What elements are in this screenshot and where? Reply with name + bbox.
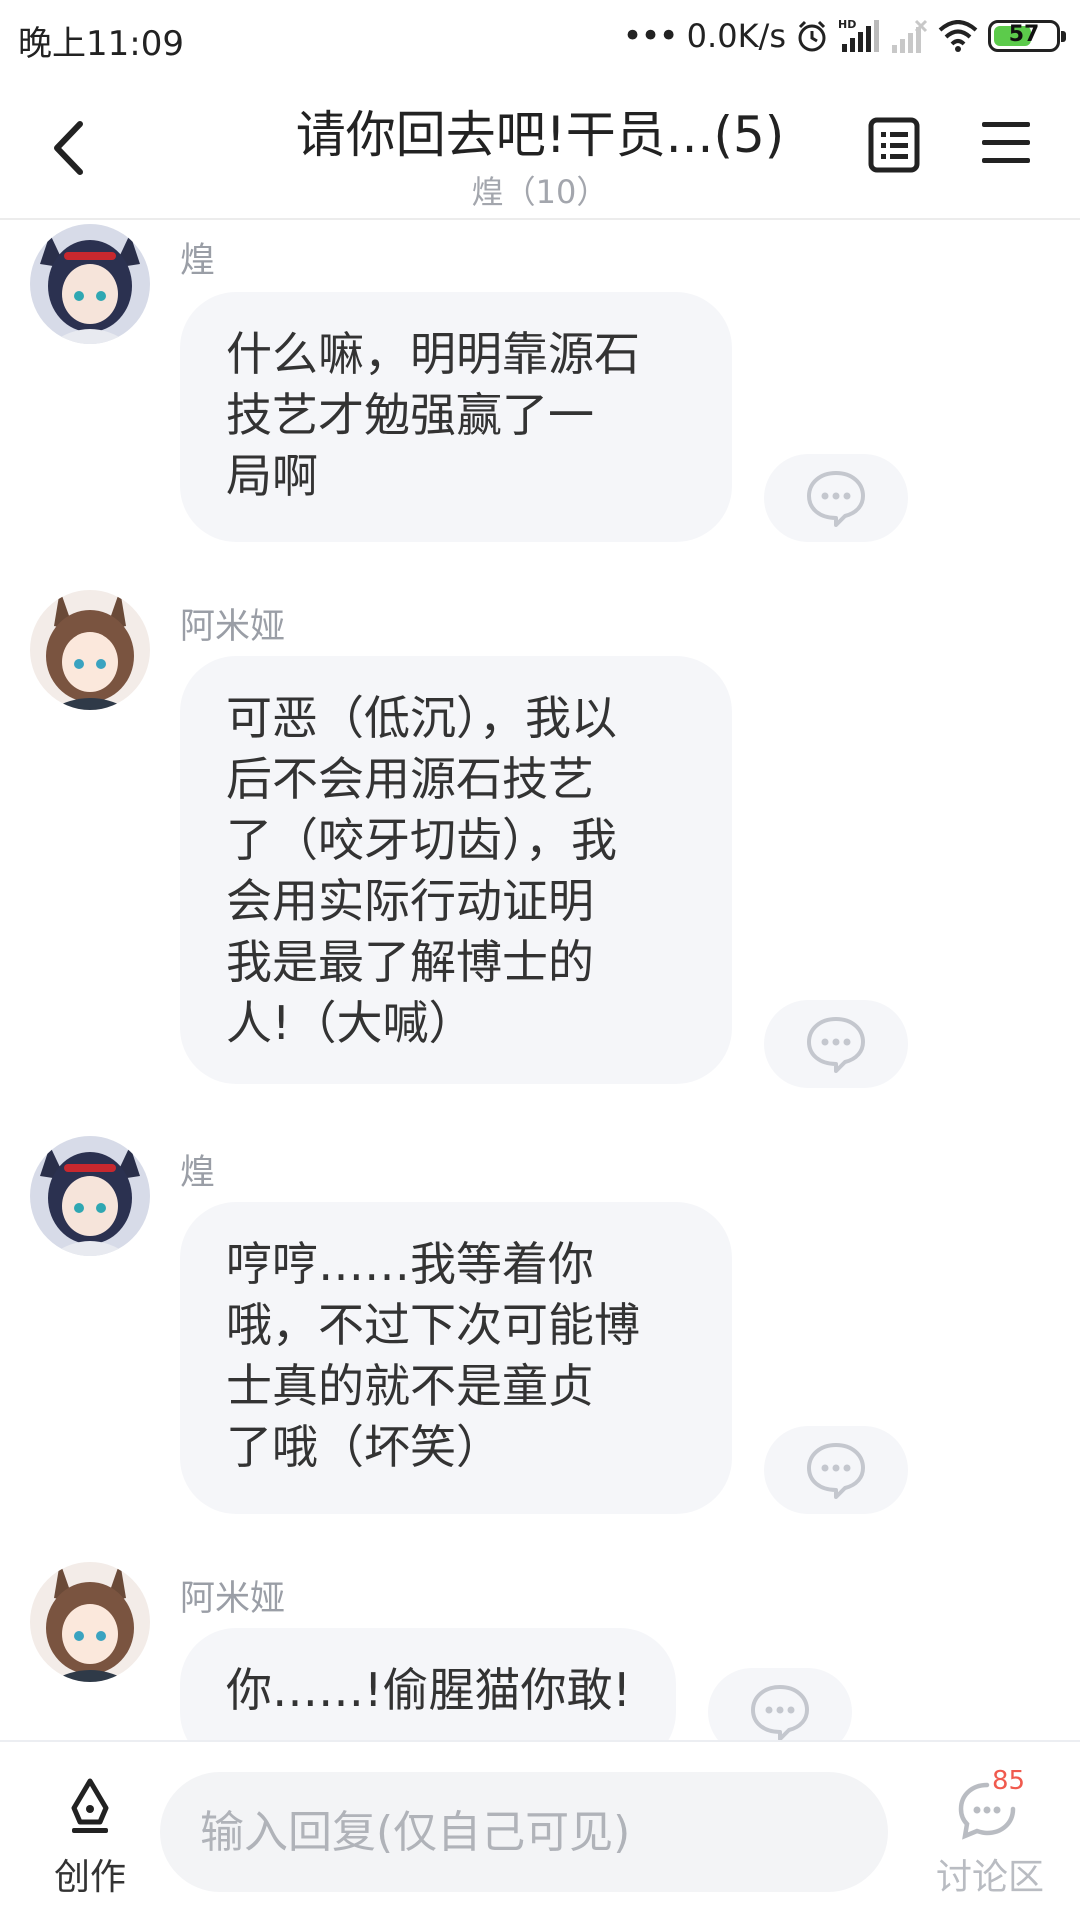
more-dots-icon: •••: [622, 16, 679, 56]
chat-header: 请你回去吧!干员...(5) 煌（10）: [0, 75, 1080, 220]
sender-name: 煌: [180, 1153, 216, 1193]
comment-icon: [807, 1017, 865, 1073]
svg-text:HD: HD: [838, 18, 856, 31]
comment-button[interactable]: [708, 1668, 852, 1740]
status-icons: ••• 0.0K/s HD 57: [622, 14, 1066, 58]
list-button[interactable]: [868, 117, 924, 177]
pen-nib-icon: [71, 1778, 109, 1833]
hd-signal-icon: HD: [838, 18, 879, 52]
message-line: 后不会用源石技艺: [226, 752, 594, 806]
chat-message: 阿米娅 你……!偷腥猫你敢!: [0, 1560, 1080, 1740]
discussion-label: 讨论区: [935, 1857, 1044, 1898]
avatar-amiya[interactable]: [30, 590, 150, 710]
sender-name: 阿米娅: [180, 607, 286, 647]
message-line: 什么嘛，明明靠源石: [226, 327, 640, 381]
menu-button[interactable]: [982, 120, 1032, 170]
sender-name: 阿米娅: [180, 1579, 286, 1619]
battery-level: 57: [1008, 22, 1040, 47]
wifi-icon: [938, 20, 978, 52]
sender-name: 煌: [180, 241, 216, 281]
bottom-bar: 创作 85 讨论区: [0, 1740, 1080, 1920]
chevron-left-icon: [54, 121, 83, 175]
message-bubble[interactable]: 你……!偷腥猫你敢!: [180, 1628, 676, 1740]
discussion-button[interactable]: 85 讨论区: [920, 1766, 1060, 1900]
message-line: 哦，不过下次可能博: [226, 1298, 640, 1352]
page-title: 请你回去吧!干员...(5): [295, 106, 785, 164]
alarm-icon: [798, 20, 826, 52]
create-label: 创作: [53, 1857, 126, 1898]
comment-icon: [807, 471, 865, 527]
message-line: 了（咬牙切齿），我: [226, 813, 617, 867]
message-line: 可恶（低沉），我以: [226, 691, 617, 745]
network-speed: 0.0K/s: [686, 17, 786, 55]
message-line: 技艺才勉强赢了一: [226, 388, 594, 442]
message-line: 哼哼……我等着你: [226, 1237, 594, 1291]
create-button[interactable]: 创作: [40, 1772, 140, 1898]
avatar-amiya[interactable]: [30, 1562, 150, 1682]
no-signal-icon: [892, 19, 928, 53]
status-time: 晚上11:09: [18, 24, 184, 64]
status-bar: 晚上11:09 ••• 0.0K/s HD 57: [0, 0, 1080, 75]
message-bubble[interactable]: 什么嘛，明明靠源石 技艺才勉强赢了一 局啊: [180, 292, 732, 542]
comment-icon: [751, 1685, 809, 1740]
message-line: 会用实际行动证明: [226, 874, 594, 928]
message-line: 士真的就不是童贞: [226, 1359, 594, 1413]
message-line: 人!（大喊）: [226, 996, 475, 1050]
message-line: 我是最了解博士的: [226, 935, 594, 989]
reply-input[interactable]: [160, 1772, 888, 1892]
page-subtitle: 煌（10）: [471, 173, 609, 211]
menu-icon: [982, 122, 1030, 163]
comment-button[interactable]: [764, 1000, 908, 1088]
comment-icon: [807, 1443, 865, 1499]
avatar-huang[interactable]: [30, 1136, 150, 1256]
avatar-huang[interactable]: [30, 224, 150, 344]
message-bubble[interactable]: 哼哼……我等着你 哦，不过下次可能博 士真的就不是童贞 了哦（坏笑）: [180, 1202, 732, 1514]
message-line: 局啊: [226, 449, 318, 503]
back-button[interactable]: [38, 113, 98, 183]
comment-button[interactable]: [764, 1426, 908, 1514]
message-line: 你……!偷腥猫你敢!: [226, 1663, 631, 1717]
list-icon: [868, 117, 920, 173]
discussion-count-badge: 85: [992, 1766, 1026, 1796]
message-bubble[interactable]: 可恶（低沉），我以 后不会用源石技艺 了（咬牙切齿），我 会用实际行动证明 我是…: [180, 656, 732, 1084]
comment-button[interactable]: [764, 454, 908, 542]
battery-icon: 57: [988, 20, 1066, 52]
message-line: 了哦（坏笑）: [226, 1420, 502, 1474]
